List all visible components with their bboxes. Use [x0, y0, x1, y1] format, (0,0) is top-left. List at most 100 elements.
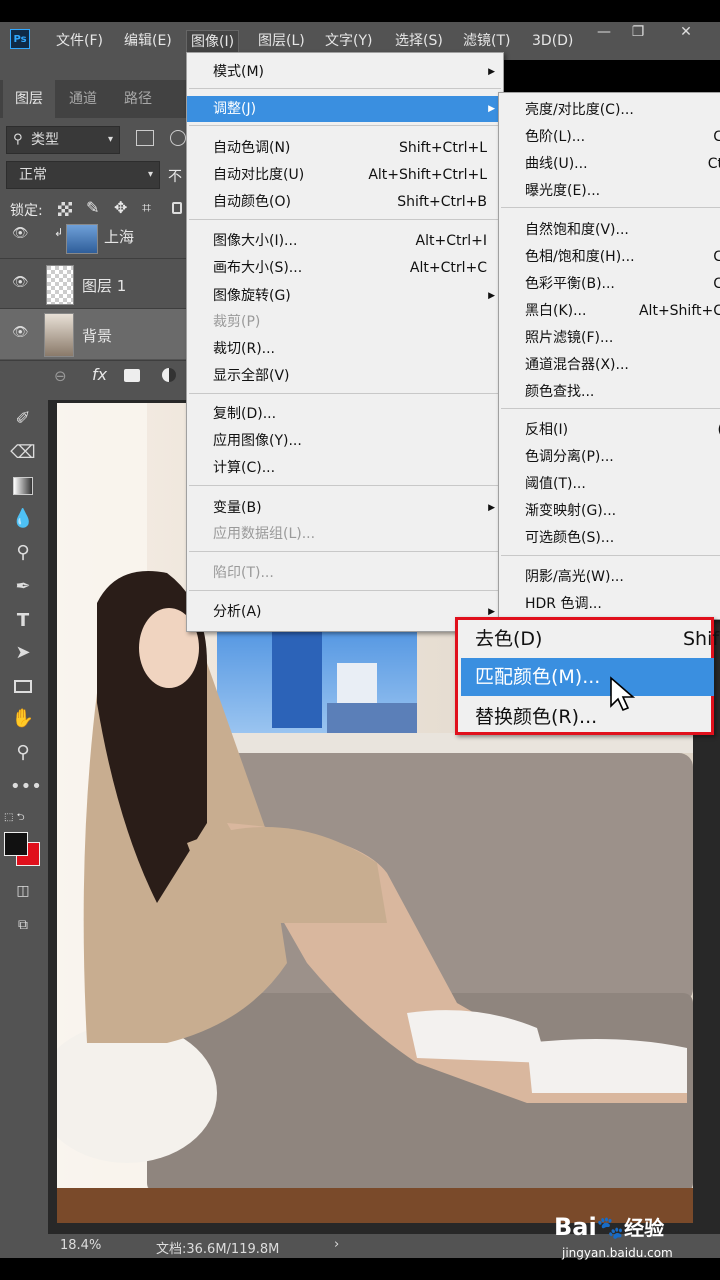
maximize-button[interactable]: ❐	[624, 24, 652, 42]
tab-channels[interactable]: 通道	[69, 80, 97, 118]
filter-label: 类型	[31, 132, 59, 148]
blur-icon[interactable]: 💧	[10, 506, 36, 532]
menu-item-variables[interactable]: 变量(B) ▶	[187, 495, 503, 521]
menu-item-trim[interactable]: 裁切(R)...	[187, 336, 503, 362]
chevron-down-icon: ▾	[147, 169, 153, 180]
submenu-item-black-white[interactable]: 黑白(K)... Alt+Shift+C	[499, 298, 720, 324]
submenu-item-curves[interactable]: 曲线(U)...Ct	[499, 151, 720, 177]
submenu-item-match-color[interactable]: 匹配颜色(M)...	[461, 658, 714, 696]
layer-row-shanghai[interactable]: 👁 ↲ 上海	[0, 214, 186, 264]
submenu-item-exposure[interactable]: 曝光度(E)...	[499, 178, 720, 204]
menu-item-duplicate[interactable]: 复制(D)...	[187, 401, 503, 427]
baidu-watermark: Bai🐾经验	[554, 1212, 664, 1241]
type-icon[interactable]: T	[10, 608, 36, 634]
swap-colors-icon[interactable]: ⬚ ⮌	[4, 810, 25, 827]
menu-item-adjustments[interactable]: 调整(J) ▶	[187, 96, 503, 122]
submenu-item-levels[interactable]: 色阶(L)... C	[499, 124, 720, 150]
more-tools-icon[interactable]: •••	[10, 774, 42, 800]
submenu-item-vibrance[interactable]: 自然饱和度(V)...	[499, 217, 720, 243]
zoom-level[interactable]: 18.4%	[60, 1238, 101, 1253]
submenu-item-brightness-contrast[interactable]: 亮度/对比度(C)...	[499, 97, 720, 123]
zoom-icon[interactable]: ⚲	[10, 740, 36, 766]
adjustments-submenu: 亮度/对比度(C)... 色阶(L)...C 曲线(U)...Ct 曝光度(E)…	[498, 92, 720, 620]
document-size: 文档:36.6M/119.8M	[156, 1242, 280, 1257]
close-button[interactable]: ✕	[672, 24, 700, 42]
submenu-item-gradient-map[interactable]: 渐变映射(G)...	[499, 498, 720, 524]
submenu-item-shadows-highlights[interactable]: 阴影/高光(W)...	[499, 564, 720, 590]
menu-item-image-size[interactable]: 图像大小(I)... Alt+Ctrl+I	[187, 228, 503, 254]
menu-item-trap: 陷印(T)...	[213, 565, 274, 581]
tab-layers[interactable]: 图层	[3, 80, 55, 118]
minimize-button[interactable]: —	[590, 24, 618, 42]
menu-item-calculations[interactable]: 计算(C)...	[187, 455, 503, 481]
submenu-item-hue-saturation[interactable]: 色相/饱和度(H)... C	[499, 244, 720, 270]
menu-item-image-rotation[interactable]: 图像旋转(G) ▶	[187, 283, 503, 309]
search-icon: ⚲	[13, 132, 23, 147]
menu-type[interactable]: 文字(Y)	[321, 30, 376, 52]
submenu-item-desaturate[interactable]: 去色(D) Shif	[461, 620, 719, 658]
top-letterbox	[0, 0, 720, 22]
eye-icon[interactable]: 👁	[12, 226, 29, 241]
tab-paths[interactable]: 路径	[124, 80, 152, 118]
layer-row-layer1[interactable]: 👁 图层 1	[0, 258, 186, 309]
watermark-brand2: 经验	[624, 1216, 665, 1240]
eye-icon[interactable]: 👁	[12, 325, 29, 340]
submenu-item-posterize[interactable]: 色调分离(P)...	[499, 444, 720, 470]
foreground-color-swatch[interactable]	[4, 832, 28, 856]
watermark-brand: Bai	[554, 1213, 597, 1241]
menu-image[interactable]: 图像(I)	[186, 30, 240, 54]
blend-mode-select[interactable]: 正常 ▾	[6, 161, 160, 189]
menu-item-reveal-all[interactable]: 显示全部(V)	[187, 363, 503, 389]
menu-item-canvas-size[interactable]: 画布大小(S)... Alt+Ctrl+C	[187, 255, 503, 281]
history-brush-icon[interactable]: ✐	[10, 406, 36, 432]
adjust-filter-icon[interactable]	[170, 130, 186, 146]
image-filter-icon[interactable]	[136, 130, 154, 146]
menu-file[interactable]: 文件(F)	[52, 30, 107, 52]
lock-icon[interactable]	[172, 202, 182, 214]
path-select-icon[interactable]: ➤	[10, 640, 36, 666]
layer-name: 上海	[104, 228, 135, 246]
layer-thumbnail	[46, 265, 74, 305]
submenu-item-channel-mixer[interactable]: 通道混合器(X)...	[499, 352, 720, 378]
menu-item-apply-data-set: 应用数据组(L)...	[213, 526, 316, 542]
hand-icon[interactable]: ✋	[10, 706, 36, 732]
gradient-icon[interactable]	[10, 472, 36, 498]
pen-icon[interactable]: ✒	[10, 574, 36, 600]
screen-mode-icon[interactable]: ⧉	[10, 912, 36, 938]
submenu-item-invert[interactable]: 反相(I)(	[499, 417, 720, 443]
mask-icon[interactable]	[124, 369, 140, 382]
submenu-item-replace-color[interactable]: 替换颜色(R)...	[461, 698, 714, 736]
link-icon[interactable]: ⊖	[54, 367, 67, 385]
menu-item-auto-color[interactable]: 自动颜色(O) Shift+Ctrl+B	[187, 189, 503, 215]
layer-row-background[interactable]: 👁 背景	[0, 308, 186, 359]
adjustment-icon[interactable]	[162, 368, 176, 382]
menu-item-auto-contrast[interactable]: 自动对比度(U) Alt+Shift+Ctrl+L	[187, 162, 503, 188]
fx-icon[interactable]: fx	[92, 365, 107, 384]
menu-item-apply-image[interactable]: 应用图像(Y)...	[187, 428, 503, 454]
menu-filter[interactable]: 滤镜(T)	[459, 30, 514, 52]
submenu-item-photo-filter[interactable]: 照片滤镜(F)...	[499, 325, 720, 351]
layer-filter-select[interactable]: ⚲ 类型 ▾	[6, 126, 120, 154]
submenu-item-selective-color[interactable]: 可选颜色(S)...	[499, 525, 720, 551]
submenu-item-color-balance[interactable]: 色彩平衡(B)... C	[499, 271, 720, 297]
menu-layer[interactable]: 图层(L)	[254, 30, 309, 52]
watermark-url: jingyan.baidu.com	[562, 1246, 673, 1260]
submenu-arrow-icon: ▶	[488, 291, 495, 301]
submenu-arrow-icon: ▶	[488, 503, 495, 513]
menu-item-auto-tone[interactable]: 自动色调(N) Shift+Ctrl+L	[187, 135, 503, 161]
eye-icon[interactable]: 👁	[12, 275, 29, 290]
eraser-icon[interactable]: ⌫	[10, 440, 36, 466]
submenu-item-threshold[interactable]: 阈值(T)...	[499, 471, 720, 497]
menu-item-crop: 裁剪(P)	[213, 314, 261, 330]
menu-edit[interactable]: 编辑(E)	[120, 30, 176, 52]
menu-3d[interactable]: 3D(D)	[528, 30, 577, 52]
quick-mask-icon[interactable]: ◫	[10, 878, 36, 904]
status-arrow[interactable]: ›	[334, 1237, 339, 1252]
menu-item-mode[interactable]: 模式(M) ▶	[187, 59, 503, 85]
dodge-icon[interactable]: ⚲	[10, 540, 36, 566]
rectangle-icon[interactable]	[10, 674, 36, 700]
submenu-item-hdr-toning[interactable]: HDR 色调...	[499, 591, 720, 617]
submenu-item-color-lookup[interactable]: 颜色查找...	[499, 379, 720, 405]
menu-separator	[189, 88, 501, 89]
menu-select[interactable]: 选择(S)	[391, 30, 447, 52]
